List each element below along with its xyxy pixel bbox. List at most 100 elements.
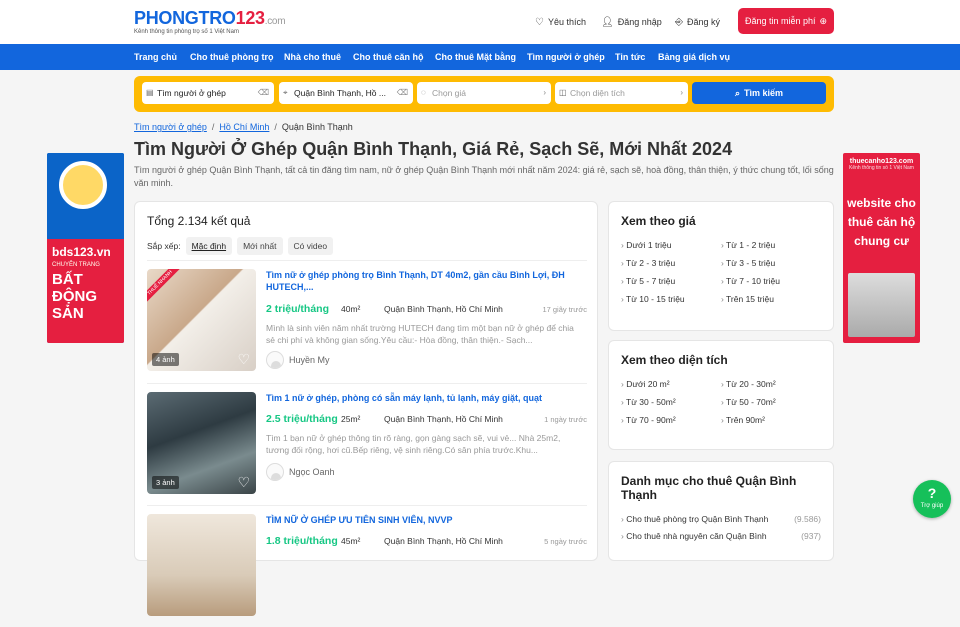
category-name: Cho thuê nhà nguyên căn Quận Bình [621, 531, 766, 541]
area-option[interactable]: Trên 90m² [721, 415, 821, 425]
help-button[interactable]: ? Trợ giúp [913, 480, 951, 518]
page-title: Tìm Người Ở Ghép Quận Bình Thạnh, Giá Rẻ… [134, 139, 733, 159]
price-option[interactable]: Từ 1 - 2 triệu [721, 240, 821, 250]
listing-thumbnail[interactable]: 3 ảnh ♡ [147, 392, 256, 494]
favorite-heart-icon[interactable]: ♡ [237, 351, 250, 368]
favorite-link[interactable]: ♡ Yêu thích [535, 0, 586, 44]
price-option[interactable]: Trên 15 triệu [721, 294, 821, 304]
logo-number: 123 [235, 8, 265, 28]
breadcrumb-roommate[interactable]: Tìm người ở ghép [134, 122, 207, 132]
sort-bar: Sắp xếp: Mặc định Mới nhất Có video [147, 237, 334, 255]
listing-meta: 2.5 triệu/tháng 25m² Quận Bình Thạnh, Hồ… [266, 413, 587, 425]
listing-title[interactable]: TÌM NỮ Ở GHÉP ƯU TIÊN SINH VIÊN, NVVP [266, 514, 576, 526]
listing-title[interactable]: Tìm 1 nữ ở ghép, phòng có sẵn máy lạnh, … [266, 392, 576, 404]
menu-item-news[interactable]: Tin tức [615, 44, 645, 70]
ad-left-brand: bds123.vn [52, 245, 111, 259]
menu-item-pricing[interactable]: Bảng giá dịch vụ [658, 44, 730, 70]
menu-item-home[interactable]: Trang chủ [134, 44, 177, 70]
area-icon: ◫ [559, 88, 567, 97]
search-button[interactable]: ⌕ Tìm kiếm [692, 82, 826, 104]
listing-thumbnail[interactable] [147, 514, 256, 616]
menu-item-apartments[interactable]: Cho thuê căn hộ [353, 44, 424, 70]
chevron-right-icon: › [680, 88, 683, 97]
area-option[interactable]: Từ 20 - 30m² [721, 379, 821, 389]
menu-item-premises[interactable]: Cho thuê Mặt bằng [435, 44, 516, 70]
clear-icon[interactable]: ⌫ [397, 82, 408, 104]
site-header: PHONGTRO123.com Kênh thông tin phòng trọ… [0, 0, 960, 44]
listing-area: 45m² [341, 536, 361, 546]
breadcrumb-separator: / [274, 122, 277, 132]
house-magnifier-icon [59, 161, 107, 209]
search-button-label: Tìm kiếm [744, 88, 784, 98]
plus-circle-icon: ⊕ [819, 15, 828, 26]
price-option[interactable]: Từ 2 - 3 triệu [621, 258, 721, 268]
listing-item[interactable]: THUÊ NHANH 4 ảnh ♡ Tìm nữ ở ghép phòng t… [147, 260, 587, 382]
area-select[interactable]: ◫ Chọn diện tích › [555, 82, 688, 104]
results-total: Tổng 2.134 kết quả [147, 214, 251, 228]
search-icon: ⌕ [734, 87, 741, 98]
price-option[interactable]: Từ 10 - 15 triệu [621, 294, 721, 304]
area-option[interactable]: Từ 70 - 90m² [621, 415, 721, 425]
author-name: Huyền My [289, 355, 330, 365]
price-option[interactable]: Từ 5 - 7 triệu [621, 276, 721, 286]
sort-default[interactable]: Mặc định [185, 237, 233, 255]
breadcrumb-separator: / [211, 122, 215, 132]
user-icon: 👤︎ [601, 16, 614, 28]
price-select[interactable]: ◌ Chọn giá › [417, 82, 551, 104]
area-option[interactable]: Từ 30 - 50m² [621, 397, 721, 407]
apartment-image [848, 273, 915, 337]
menu-item-houses[interactable]: Nhà cho thuê [284, 44, 341, 70]
listing-price: 2.5 triệu/tháng [266, 413, 338, 425]
ad-right-brand: thuecanho123.com [849, 158, 914, 165]
area-placeholder: Chọn diện tích [570, 88, 625, 98]
category-item[interactable]: Cho thuê nhà nguyên căn Quận Bình (937) [621, 531, 821, 541]
listing-price: 1.8 triệu/tháng [266, 535, 338, 547]
post-free-button[interactable]: Đăng tin miễn phí ⊕ [738, 8, 834, 34]
price-option[interactable]: Từ 7 - 10 triệu [721, 276, 821, 286]
search-bar: ▤ Tìm người ở ghép ⌫ ⌖ Quận Bình Thạnh, Hồ … [134, 76, 834, 112]
listing-item[interactable]: TÌM NỮ Ở GHÉP ƯU TIÊN SINH VIÊN, NVVP 1.… [147, 505, 587, 627]
area-option[interactable]: Dưới 20 m² [621, 379, 721, 389]
clear-icon[interactable]: ⌫ [258, 82, 269, 104]
listing-item[interactable]: 3 ảnh ♡ Tìm 1 nữ ở ghép, phòng có sẵn má… [147, 383, 587, 505]
price-icon: ◌ [421, 88, 426, 97]
main-menu: Trang chủ Cho thuê phòng trọ Nhà cho thu… [0, 44, 960, 70]
category-select[interactable]: ▤ Tìm người ở ghép ⌫ [142, 82, 274, 104]
category-value: Tìm người ở ghép [157, 88, 226, 98]
hot-ribbon: THUÊ NHANH [147, 269, 182, 305]
favorite-heart-icon[interactable]: ♡ [237, 474, 250, 491]
category-item[interactable]: Cho thuê phòng trọ Quận Bình Thạnh (9.586… [621, 514, 821, 524]
listing-thumbnail[interactable]: THUÊ NHANH 4 ảnh ♡ [147, 269, 256, 371]
location-select[interactable]: ⌖ Quận Bình Thạnh, Hồ ... ⌫ [279, 82, 413, 104]
register-link[interactable]: ⎆ Đăng ký [675, 0, 720, 44]
price-option[interactable]: Từ 3 - 5 triệu [721, 258, 821, 268]
right-banner-ad[interactable]: thuecanho123.com Kênh thông tin số 1 Việ… [843, 153, 920, 343]
login-link[interactable]: 👤︎ Đăng nhập [601, 0, 662, 44]
sort-newest[interactable]: Mới nhất [237, 237, 283, 255]
ad-left-headline: BẤT ĐỘNG SẢN [52, 271, 97, 322]
listing-title[interactable]: Tìm nữ ở ghép phòng trọ Bình Thạnh, DT 4… [266, 269, 576, 293]
logo-main-text: PHONGTRO [134, 8, 236, 28]
avatar [266, 463, 284, 481]
price-option[interactable]: Dưới 1 triệu [621, 240, 721, 250]
listing-price: 2 triệu/tháng [266, 303, 330, 315]
register-label: Đăng ký [687, 17, 721, 27]
sort-label: Sắp xếp: [147, 241, 181, 251]
listing-author: Ngọc Oanh [266, 463, 335, 481]
area-option[interactable]: Từ 50 - 70m² [721, 397, 821, 407]
logo-domain: .com [264, 16, 286, 27]
menu-item-roommate[interactable]: Tìm người ở ghép [527, 44, 605, 70]
sort-video[interactable]: Có video [287, 237, 334, 255]
site-logo[interactable]: PHONGTRO123.com Kênh thông tin phòng trọ… [134, 8, 286, 35]
author-name: Ngọc Oanh [289, 467, 335, 477]
avatar [266, 351, 284, 369]
question-icon: ? [927, 485, 937, 501]
breadcrumb-city[interactable]: Hồ Chí Minh [219, 122, 269, 132]
breadcrumb-current: Quận Bình Thạnh [281, 122, 353, 132]
left-banner-ad[interactable]: bds123.vn CHUYÊN TRANG BẤT ĐỘNG SẢN [47, 153, 124, 343]
category-count: (937) [801, 531, 821, 541]
chevron-right-icon: › [543, 88, 546, 97]
menu-item-rooms[interactable]: Cho thuê phòng trọ [190, 44, 273, 70]
ad-right-tag: Kênh thông tin số 1 Việt Nam [849, 165, 914, 171]
post-free-label: Đăng tin miễn phí [744, 16, 816, 26]
